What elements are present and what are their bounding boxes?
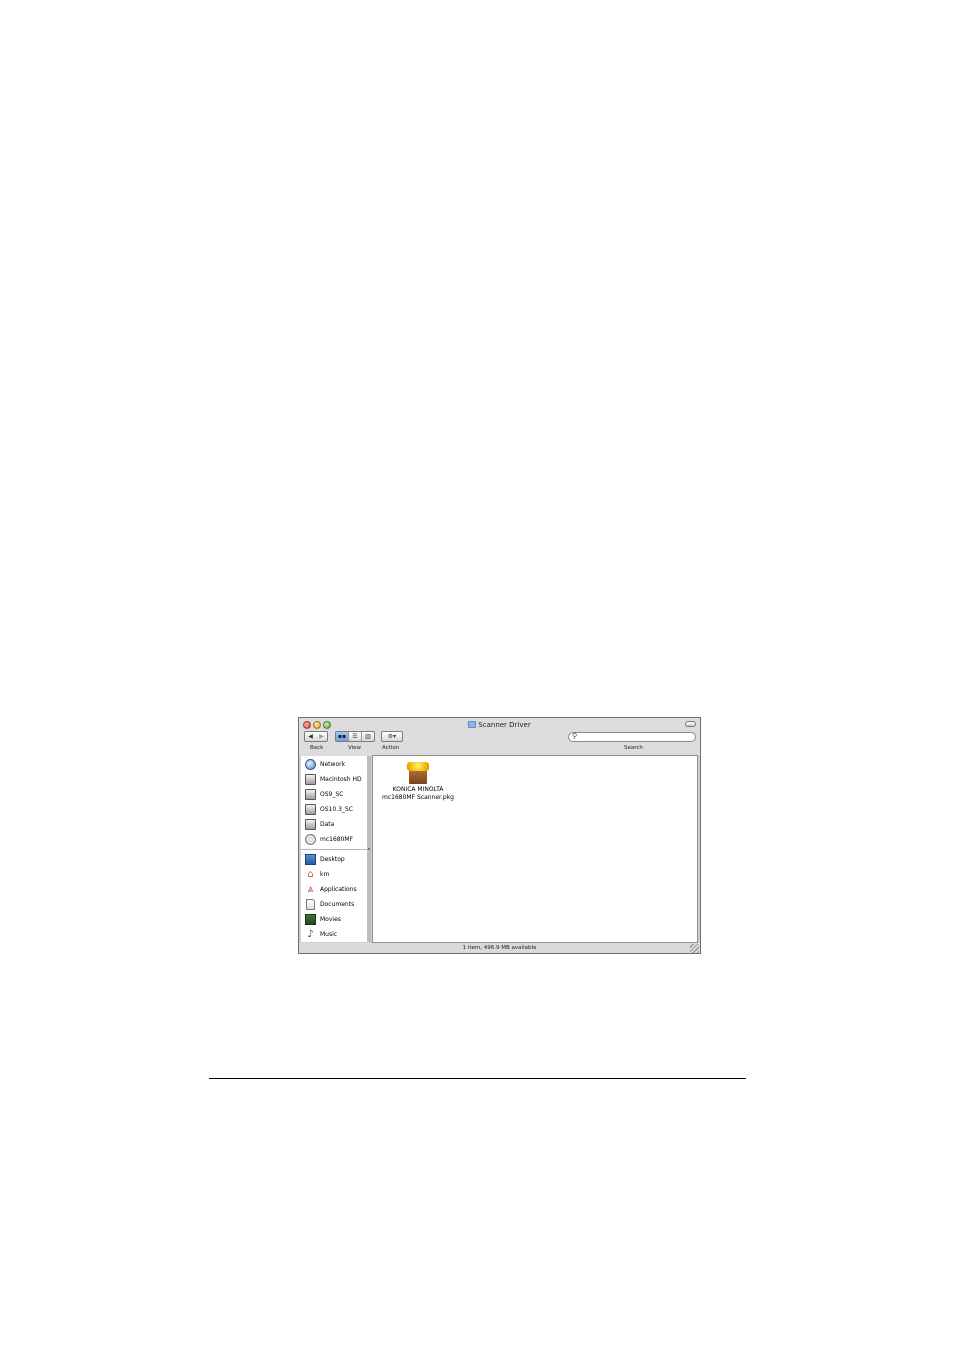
toolbar-toggle-button[interactable] — [685, 721, 696, 727]
search-input[interactable]: ⚲ — [568, 732, 696, 742]
status-bar: 1 item, 496.9 MB available — [299, 943, 700, 953]
sidebar-item-label: km — [320, 870, 330, 878]
sidebar-item-label: mc1680MF — [320, 835, 354, 843]
sidebar-divider — [301, 849, 367, 850]
sidebar-item-label: Network — [320, 760, 346, 768]
file-name-line2: mc1680MF Scanner.pkg — [382, 794, 454, 801]
icon-view-icon[interactable]: ▪▪ — [336, 732, 348, 741]
file-name-line1: KONICA MINOLTA — [392, 786, 444, 793]
resize-grip-icon[interactable] — [690, 944, 699, 953]
sidebar-item-os9-sc[interactable]: OS9_SC — [301, 787, 367, 801]
sidebar-item-label: Applications — [320, 885, 357, 893]
forward-arrow-icon[interactable]: ▶ — [316, 732, 327, 741]
folder-icon — [468, 721, 477, 728]
status-text: 1 item, 496.9 MB available — [462, 945, 537, 951]
sidebar-item-mc1680mf[interactable]: mc1680MF — [301, 832, 367, 846]
back-forward-control: ◀ ▶ — [304, 731, 328, 742]
applications-icon: ⩓ — [307, 883, 314, 895]
file-browser-pane: KONICA MINOLTA mc1680MF Scanner.pkg — [372, 755, 698, 943]
home-icon: ⌂ — [307, 868, 314, 880]
back-label: Back — [310, 745, 324, 751]
action-menu-button[interactable]: ⚙▾ — [381, 731, 403, 742]
file-item-scanner-pkg[interactable]: KONICA MINOLTA mc1680MF Scanner.pkg — [377, 761, 459, 801]
search-icon: ⚲ — [572, 732, 578, 740]
sidebar-splitter[interactable] — [367, 756, 371, 942]
window-title: Scanner Driver — [299, 720, 700, 730]
sidebar-item-label: Desktop — [320, 855, 345, 863]
desktop-icon — [305, 853, 316, 865]
sidebar-item-network[interactable]: Network — [301, 757, 367, 771]
sidebar-item-label: Documents — [320, 900, 355, 908]
action-label: Action — [382, 745, 400, 751]
cd-disc-icon — [305, 833, 316, 845]
network-globe-icon — [305, 758, 316, 770]
search-label: Search — [624, 745, 643, 751]
sidebar-item-label: OS9_SC — [320, 790, 344, 798]
gear-icon: ⚙▾ — [387, 733, 397, 740]
column-view-icon[interactable]: ▥ — [361, 732, 374, 741]
window-title-text: Scanner Driver — [478, 721, 531, 729]
hard-disk-icon — [305, 788, 316, 800]
sidebar-item-label: Movies — [320, 915, 341, 923]
list-view-icon[interactable]: ☰ — [348, 732, 361, 741]
sidebar-item-music[interactable]: ♪ Music — [301, 927, 367, 941]
music-icon: ♪ — [307, 928, 314, 940]
sidebar-item-documents[interactable]: Documents — [301, 897, 367, 911]
view-mode-control: ▪▪ ☰ ▥ — [335, 731, 375, 742]
sidebar-item-data[interactable]: Data — [301, 817, 367, 831]
sidebar-item-label: Data — [320, 820, 335, 828]
package-icon — [405, 761, 431, 785]
back-arrow-icon[interactable]: ◀ — [305, 732, 316, 741]
sidebar-item-km[interactable]: ⌂ km — [301, 867, 367, 881]
window-titlebar[interactable]: Scanner Driver ◀ ▶ ▪▪ ☰ ▥ ⚙▾ ⚲ Back View… — [299, 718, 700, 756]
movies-icon — [305, 913, 316, 925]
view-label: View — [348, 745, 362, 751]
sidebar: Network Macintosh HD OS9_SC OS10.3_SC Da… — [301, 756, 367, 942]
page-footer-rule — [209, 1078, 746, 1079]
sidebar-item-label: Music — [320, 930, 338, 938]
hard-disk-icon — [305, 773, 316, 785]
sidebar-item-macintosh-hd[interactable]: Macintosh HD — [301, 772, 367, 786]
hard-disk-icon — [305, 818, 316, 830]
sidebar-item-applications[interactable]: ⩓ Applications — [301, 882, 367, 896]
documents-icon — [306, 898, 315, 910]
hard-disk-icon — [305, 803, 316, 815]
sidebar-item-label: Macintosh HD — [320, 775, 362, 783]
sidebar-item-os10-3-sc[interactable]: OS10.3_SC — [301, 802, 367, 816]
splitter-handle-icon — [368, 848, 370, 850]
finder-window: Scanner Driver ◀ ▶ ▪▪ ☰ ▥ ⚙▾ ⚲ Back View… — [298, 717, 701, 954]
sidebar-item-desktop[interactable]: Desktop — [301, 852, 367, 866]
sidebar-item-movies[interactable]: Movies — [301, 912, 367, 926]
sidebar-item-label: OS10.3_SC — [320, 805, 353, 813]
